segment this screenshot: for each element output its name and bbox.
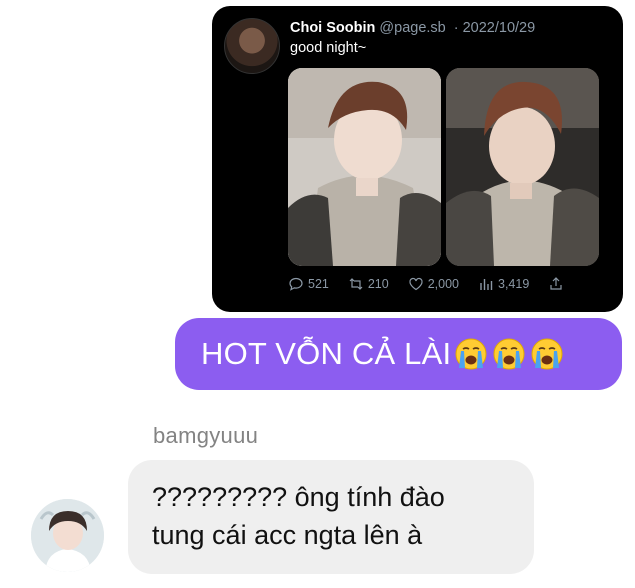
tweet-handle: @page.sb xyxy=(379,20,446,36)
loudly-crying-face-icon xyxy=(493,338,525,370)
tweet-photo-2 xyxy=(446,68,599,266)
tweet-actions: 521 210 2,000 3,419 xyxy=(288,274,578,294)
share-action xyxy=(548,276,564,292)
loudly-crying-face-icon xyxy=(455,338,487,370)
outgoing-message-bubble[interactable]: HOT VỖN CẢ LÀI xyxy=(175,318,622,390)
incoming-message-line-1: ????????? ông tính đào xyxy=(152,482,445,512)
incoming-message-bubble[interactable]: ????????? ông tính đào tung cái acc ngta… xyxy=(128,460,534,574)
emoji-group xyxy=(455,338,563,370)
tweet-separator: · xyxy=(453,20,459,36)
retweet-action: 210 xyxy=(348,276,389,292)
shared-tweet-image[interactable]: Choi Soobin @page.sb · 2022/10/29 good ni… xyxy=(212,6,623,312)
sender-avatar[interactable] xyxy=(31,499,104,572)
retweet-icon xyxy=(348,276,364,292)
retweet-count: 210 xyxy=(367,277,389,291)
reply-action: 521 xyxy=(288,276,329,292)
sender-name: bamgyuuu xyxy=(153,423,259,448)
tweet-text: good night~ xyxy=(290,40,367,56)
like-action: 2,000 xyxy=(408,276,459,292)
tweet-header: Choi Soobin @page.sb · 2022/10/29 xyxy=(290,20,535,36)
reply-icon xyxy=(288,276,304,292)
tweet-author-avatar xyxy=(224,18,280,74)
like-count: 2,000 xyxy=(427,277,459,291)
share-icon xyxy=(548,276,564,292)
views-action: 3,419 xyxy=(478,276,529,292)
tweet-photo-1 xyxy=(288,68,441,266)
heart-icon xyxy=(408,276,424,292)
tweet-date: 2022/10/29 xyxy=(462,20,536,36)
tweet-display-name: Choi Soobin xyxy=(290,20,376,36)
views-icon xyxy=(478,276,494,292)
views-count: 3,419 xyxy=(498,277,530,291)
outgoing-message-text: HOT VỖN CẢ LÀI xyxy=(201,336,452,371)
reply-count: 521 xyxy=(308,277,329,291)
incoming-message-line-2: tung cái acc ngta lên à xyxy=(152,520,423,550)
loudly-crying-face-icon xyxy=(531,338,563,370)
